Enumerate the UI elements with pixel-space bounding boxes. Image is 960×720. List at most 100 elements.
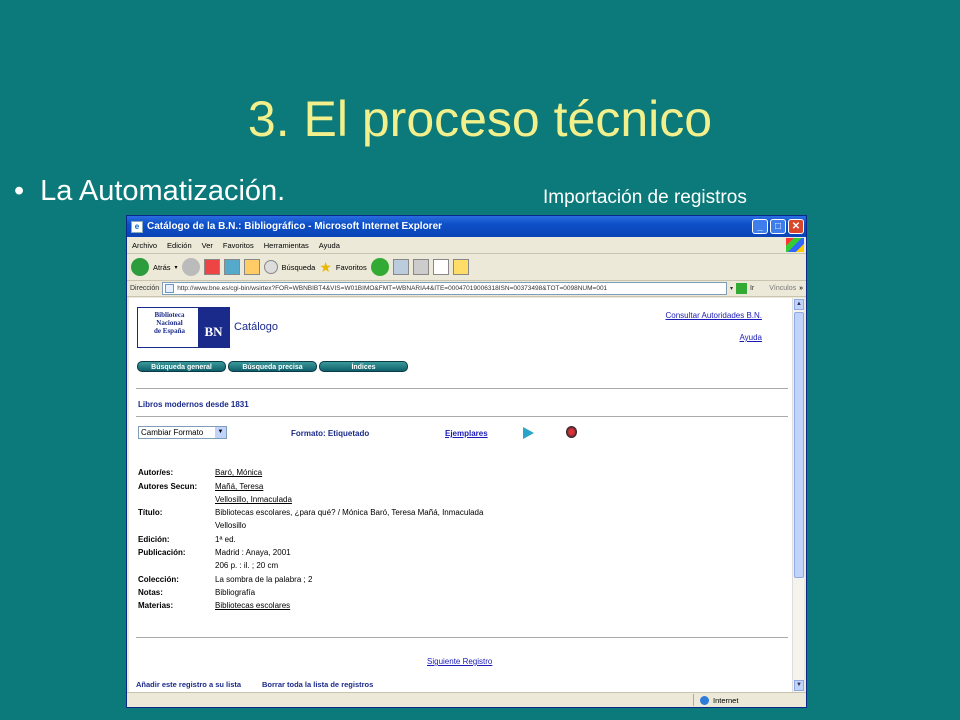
- menu-edicion[interactable]: Edición: [162, 241, 197, 250]
- bullet-point: • La Automatización.: [14, 175, 285, 208]
- record-secondary-author-link[interactable]: Mañá, Teresa: [215, 482, 263, 491]
- chevron-right-icon[interactable]: »: [799, 285, 803, 292]
- browser-window: e Catálogo de la B.N.: Bibliográfico - M…: [126, 215, 807, 708]
- stop-icon[interactable]: [203, 259, 220, 275]
- divider: [136, 637, 788, 638]
- search-icon[interactable]: [263, 260, 278, 274]
- record-value: Bibliografía: [215, 588, 256, 597]
- record-value: Madrid : Anaya, 2001: [215, 548, 291, 557]
- zone-indicator: Internet: [696, 695, 806, 705]
- window-title: Catálogo de la B.N.: Bibliográfico - Mic…: [147, 221, 443, 232]
- tab-busqueda-precisa[interactable]: Búsqueda precisa: [228, 361, 317, 372]
- record-value: 1ª ed.: [215, 535, 236, 544]
- format-select[interactable]: Cambiar Formato ▼: [138, 426, 227, 439]
- record-label: Materias:: [138, 601, 174, 610]
- toolbar: Atrás ▾ Búsqueda ★ Favoritos: [127, 254, 806, 281]
- save-record-icon[interactable]: [566, 426, 577, 438]
- home-icon[interactable]: [243, 259, 260, 275]
- add-to-list-link[interactable]: Añadir este registro a su lista: [136, 680, 241, 689]
- next-record-link[interactable]: Siguiente Registro: [427, 657, 492, 666]
- back-button[interactable]: Atrás: [153, 263, 171, 272]
- forward-arrow-icon[interactable]: [181, 258, 200, 276]
- menu-ver[interactable]: Ver: [197, 241, 218, 250]
- logo-line: de España: [154, 327, 185, 335]
- maximize-button[interactable]: □: [770, 219, 786, 234]
- record-value: Bibliotecas escolares, ¿para qué? / Móni…: [215, 508, 484, 517]
- menu-ayuda[interactable]: Ayuda: [314, 241, 345, 250]
- address-url: http://www.bne.es/cgi-bin/wsirtex?FOR=WB…: [177, 285, 608, 292]
- favorites-star-icon[interactable]: ★: [319, 259, 332, 276]
- globe-icon: [700, 695, 709, 705]
- record-label: Autor/es:: [138, 468, 174, 477]
- history-icon[interactable]: [370, 258, 389, 276]
- bn-crown-icon: BN: [198, 308, 229, 347]
- scroll-down-icon[interactable]: ▼: [794, 680, 804, 691]
- record-value: Vellosillo: [215, 521, 247, 530]
- ejemplares-link[interactable]: Ejemplares: [445, 429, 488, 438]
- address-input[interactable]: http://www.bne.es/cgi-bin/wsirtex?FOR=WB…: [162, 282, 727, 295]
- divider: [136, 388, 788, 389]
- address-label: Dirección: [130, 285, 160, 292]
- scroll-up-icon[interactable]: ▲: [794, 299, 804, 310]
- go-button[interactable]: Ir: [750, 285, 754, 292]
- links-label[interactable]: Vínculos: [769, 285, 796, 292]
- record-label: Publicación:: [138, 548, 186, 557]
- logo-line: Biblioteca: [154, 311, 185, 319]
- record-label: Autores Secun:: [138, 482, 198, 491]
- logo-text: Biblioteca Nacional de España: [138, 308, 198, 347]
- logo-line: Nacional: [156, 319, 183, 327]
- record-value: La sombra de la palabra ; 2: [215, 575, 313, 584]
- go-arrow-icon[interactable]: [735, 283, 747, 294]
- back-arrow-icon[interactable]: [131, 258, 149, 276]
- record-label: Notas:: [138, 588, 163, 597]
- print-icon[interactable]: [412, 259, 429, 275]
- menu-bar: Archivo Edición Ver Favoritos Herramient…: [127, 237, 806, 254]
- record-author-link[interactable]: Baró, Mónica: [215, 468, 262, 477]
- tab-indices[interactable]: Índices: [319, 361, 408, 372]
- clear-list-link[interactable]: Borrar toda la lista de registros: [262, 680, 373, 689]
- catalog-title: Catálogo: [234, 321, 279, 333]
- ie-icon: e: [131, 220, 143, 233]
- chevron-down-icon: ▼: [215, 427, 226, 438]
- status-bar: Internet: [127, 692, 806, 707]
- folder-icon[interactable]: [452, 259, 469, 275]
- favorites-button[interactable]: Favoritos: [336, 263, 367, 272]
- format-label: Formato: Etiquetado: [291, 429, 370, 438]
- minimize-button[interactable]: _: [752, 219, 768, 234]
- record-secondary-author-link[interactable]: Vellosillo, Inmaculada: [215, 495, 292, 504]
- menu-herramientas[interactable]: Herramientas: [259, 241, 314, 250]
- slide-title: 3. El proceso técnico: [247, 91, 713, 147]
- authorities-link[interactable]: Consultar Autoridades B.N.: [666, 311, 763, 320]
- vertical-scrollbar[interactable]: ▲ ▼: [792, 298, 804, 692]
- next-record-arrow-icon[interactable]: [523, 427, 534, 439]
- mail-icon[interactable]: [392, 259, 409, 275]
- refresh-icon[interactable]: [223, 259, 240, 275]
- bullet-text: La Automatización.: [40, 175, 286, 207]
- address-bar: Dirección http://www.bne.es/cgi-bin/wsir…: [127, 281, 806, 297]
- record-label: Edición:: [138, 535, 170, 544]
- bne-logo[interactable]: Biblioteca Nacional de España BN: [137, 307, 230, 348]
- menu-archivo[interactable]: Archivo: [127, 241, 162, 250]
- back-dropdown-icon[interactable]: ▾: [175, 264, 178, 271]
- address-dropdown-icon[interactable]: ▾: [730, 285, 733, 292]
- status-separator: [693, 694, 694, 706]
- divider: [136, 416, 788, 417]
- windows-logo-icon: [786, 238, 804, 252]
- close-button[interactable]: ✕: [788, 219, 804, 234]
- record-label: Título:: [138, 508, 163, 517]
- page-content: Biblioteca Nacional de España BN Catálogo …: [129, 298, 794, 692]
- page-icon: [165, 284, 175, 293]
- help-link[interactable]: Ayuda: [739, 333, 762, 342]
- window-titlebar[interactable]: e Catálogo de la B.N.: Bibliográfico - M…: [127, 216, 806, 237]
- zone-label: Internet: [713, 695, 739, 705]
- bullet-dot: •: [14, 175, 25, 207]
- word-edit-icon[interactable]: [432, 259, 449, 275]
- record-label: Colección:: [138, 575, 179, 584]
- section-title: Libros modernos desde 1831: [138, 400, 249, 409]
- record-subject-link[interactable]: Bibliotecas escolares: [215, 601, 290, 610]
- search-button[interactable]: Búsqueda: [282, 263, 316, 272]
- menu-favoritos[interactable]: Favoritos: [218, 241, 259, 250]
- scroll-thumb[interactable]: [794, 312, 804, 578]
- slide-caption: Importación de registros: [543, 187, 747, 208]
- tab-busqueda-general[interactable]: Búsqueda general: [137, 361, 226, 372]
